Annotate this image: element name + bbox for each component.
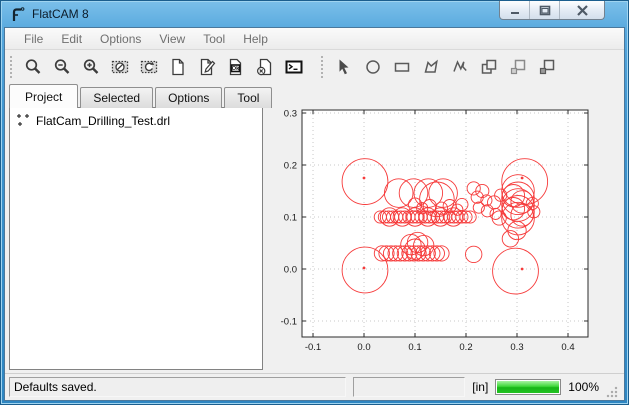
title-bar: FlatCAM 8 bbox=[0, 0, 629, 27]
draw-polygon-button[interactable] bbox=[417, 54, 444, 81]
edit-file-button[interactable] bbox=[193, 54, 220, 81]
plot-canvas[interactable]: -0.1 0.0 0.1 0.2 0.3 0.4 -0.1 0.0 0.1 0.2 0.3 bbox=[263, 84, 625, 369]
minimize-button[interactable] bbox=[500, 1, 530, 19]
run-script-icon: Ok bbox=[227, 58, 245, 76]
menu-tool[interactable]: Tool bbox=[194, 29, 234, 49]
svg-text:0.3: 0.3 bbox=[284, 109, 297, 120]
zoom-in-button[interactable] bbox=[77, 54, 104, 81]
draw-circle-button[interactable] bbox=[359, 54, 386, 81]
app-logo-icon bbox=[10, 7, 26, 23]
progress-percent: 100% bbox=[568, 380, 599, 394]
resize-grip[interactable] bbox=[606, 386, 618, 398]
status-message: Defaults saved. bbox=[9, 377, 346, 397]
tab-tool[interactable]: Tool bbox=[224, 87, 272, 108]
toolbar-group bbox=[318, 54, 561, 81]
svg-text:0.0: 0.0 bbox=[357, 342, 370, 353]
units-label: [in] bbox=[472, 380, 488, 394]
minimize-icon bbox=[509, 6, 521, 15]
toolbar: Ok bbox=[5, 50, 624, 84]
tree-item-drill-object[interactable]: FlatCam_Drilling_Test.drl bbox=[16, 113, 256, 128]
menu-options[interactable]: Options bbox=[91, 29, 150, 49]
svg-text:-0.1: -0.1 bbox=[281, 316, 297, 327]
draw-circle-icon bbox=[364, 58, 382, 76]
select-icon bbox=[335, 58, 353, 76]
copy-object-button[interactable] bbox=[504, 54, 531, 81]
menu-file[interactable]: File bbox=[15, 29, 52, 49]
progress-bar bbox=[495, 379, 561, 395]
plot-panel[interactable]: -0.1 0.0 0.1 0.2 0.3 0.4 -0.1 0.0 0.1 0.2 0.3 bbox=[263, 84, 624, 373]
select-button[interactable] bbox=[330, 54, 357, 81]
draw-rectangle-button[interactable] bbox=[388, 54, 415, 81]
svg-text:0.0: 0.0 bbox=[284, 264, 297, 275]
zoom-in-icon bbox=[82, 58, 100, 76]
tab-bar: Project Selected Options Tool bbox=[9, 84, 263, 108]
menu-edit[interactable]: Edit bbox=[52, 29, 91, 49]
copy-geometry-button[interactable] bbox=[475, 54, 502, 81]
menu-bar: File Edit Options View Tool Help bbox=[5, 28, 624, 50]
project-tree[interactable]: FlatCam_Drilling_Test.drl bbox=[9, 107, 263, 370]
close-button[interactable] bbox=[560, 1, 604, 19]
replot-button[interactable] bbox=[135, 54, 162, 81]
zoom-fit-icon bbox=[24, 58, 42, 76]
tab-project[interactable]: Project bbox=[9, 84, 78, 108]
status-aux-panel bbox=[353, 377, 465, 397]
svg-text:0.4: 0.4 bbox=[561, 342, 574, 353]
copy-geometry-icon bbox=[480, 58, 498, 76]
run-script-button[interactable]: Ok bbox=[222, 54, 249, 81]
svg-text:0.1: 0.1 bbox=[284, 213, 297, 224]
new-file-icon bbox=[169, 58, 187, 76]
delete-object-button[interactable] bbox=[251, 54, 278, 81]
svg-text:0.1: 0.1 bbox=[408, 342, 421, 353]
progress-fill bbox=[497, 381, 559, 393]
copy-object-icon bbox=[509, 58, 527, 76]
caption-buttons bbox=[499, 1, 605, 20]
draw-polyline-icon bbox=[451, 58, 469, 76]
draw-polyline-button[interactable] bbox=[446, 54, 473, 81]
replot-icon bbox=[140, 58, 158, 76]
window-title: FlatCAM 8 bbox=[32, 7, 89, 21]
svg-text:Ok: Ok bbox=[231, 66, 239, 72]
close-icon bbox=[576, 5, 589, 16]
zoom-out-button[interactable] bbox=[48, 54, 75, 81]
svg-text:0.2: 0.2 bbox=[284, 161, 297, 172]
svg-text:-0.1: -0.1 bbox=[305, 342, 321, 353]
svg-text:0.2: 0.2 bbox=[459, 342, 472, 353]
clear-plot-button[interactable] bbox=[106, 54, 133, 81]
tab-options[interactable]: Options bbox=[155, 87, 222, 108]
menu-view[interactable]: View bbox=[150, 29, 194, 49]
maximize-button[interactable] bbox=[530, 1, 560, 19]
new-file-button[interactable] bbox=[164, 54, 191, 81]
draw-polygon-icon bbox=[422, 58, 440, 76]
main-area: Project Selected Options Tool FlatCam_Dr… bbox=[5, 84, 624, 373]
client-area: File Edit Options View Tool Help Ok Proj… bbox=[4, 27, 625, 401]
left-panel: Project Selected Options Tool FlatCam_Dr… bbox=[5, 84, 263, 373]
move-object-icon bbox=[538, 58, 556, 76]
tree-item-label: FlatCam_Drilling_Test.drl bbox=[36, 114, 170, 128]
draw-rectangle-icon bbox=[393, 58, 411, 76]
status-bar: Defaults saved. [in] 100% bbox=[5, 373, 624, 400]
toolbar-drag-handle[interactable] bbox=[321, 56, 323, 78]
delete-object-icon bbox=[256, 58, 274, 76]
shell-button[interactable] bbox=[280, 54, 307, 81]
move-object-button[interactable] bbox=[533, 54, 560, 81]
drill-object-icon bbox=[16, 113, 31, 128]
menu-help[interactable]: Help bbox=[234, 29, 277, 49]
toolbar-drag-handle[interactable] bbox=[10, 56, 12, 78]
edit-file-icon bbox=[198, 58, 216, 76]
toolbar-group: Ok bbox=[7, 54, 308, 81]
tab-selected[interactable]: Selected bbox=[80, 87, 153, 108]
maximize-icon bbox=[539, 5, 551, 16]
clear-plot-icon bbox=[111, 58, 129, 76]
svg-text:0.3: 0.3 bbox=[510, 342, 523, 353]
app-window: FlatCAM 8 File Edit Options View Tool He… bbox=[0, 0, 629, 405]
zoom-out-icon bbox=[53, 58, 71, 76]
zoom-fit-button[interactable] bbox=[19, 54, 46, 81]
shell-icon bbox=[285, 58, 303, 76]
